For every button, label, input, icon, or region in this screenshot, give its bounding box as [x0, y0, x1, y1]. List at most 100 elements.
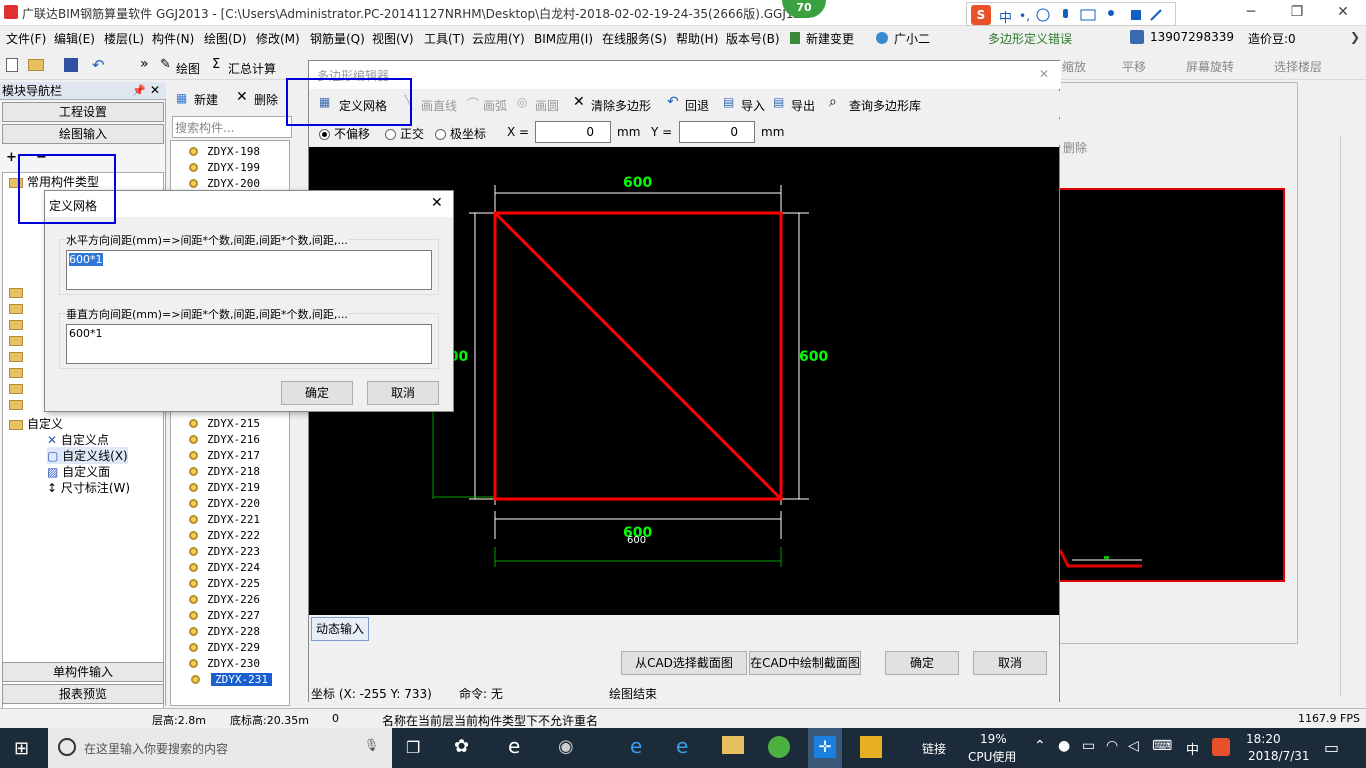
tree-folder-2[interactable] — [9, 301, 27, 315]
menu-guangxiaoer[interactable]: 广小二 — [894, 30, 930, 47]
task-view-icon[interactable]: ❐ — [406, 738, 420, 757]
fan-app-icon[interactable]: ✿ — [454, 736, 469, 757]
clock-time[interactable]: 18:20 — [1246, 732, 1281, 746]
dialog-ok-button[interactable]: 确定 — [281, 381, 353, 405]
drawing-input-button[interactable]: 绘图输入 — [2, 124, 164, 144]
component-search-input[interactable]: 搜索构件... — [172, 116, 292, 138]
list-item[interactable]: ZDYX-225 — [189, 577, 260, 590]
menu-help[interactable]: 帮助(H) — [676, 30, 718, 47]
keyboard-icon[interactable]: ⌨ — [1152, 738, 1172, 754]
list-item[interactable]: ZDYX-228 — [189, 625, 260, 638]
minimize-icon[interactable]: ─ — [1228, 0, 1274, 26]
tree-item-dimension[interactable]: ↕ 尺寸标注(W) — [47, 479, 130, 496]
right-scrollbar[interactable] — [1340, 136, 1356, 696]
list-item[interactable]: ZDYX-230 — [189, 657, 260, 670]
sogou-icon[interactable]: S — [971, 5, 991, 25]
close-panel-icon[interactable]: ✕ — [150, 83, 160, 97]
edge-icon[interactable]: e — [630, 734, 642, 758]
windows-start-icon[interactable]: ⊞ — [14, 738, 29, 759]
zoom-button[interactable]: 缩放 — [1062, 58, 1086, 75]
action-center-icon[interactable]: ▭ — [1324, 738, 1339, 757]
project-settings-button[interactable]: 工程设置 — [2, 102, 164, 122]
chevron-up-icon[interactable]: ⌃ — [1034, 738, 1046, 754]
tree-folder-1[interactable] — [9, 285, 27, 299]
list-item[interactable]: ZDYX-223 — [189, 545, 260, 558]
undo-icon[interactable]: ↶ — [92, 56, 105, 74]
list-item[interactable]: ZDYX-221 — [189, 513, 260, 526]
mic-icon[interactable]: 🎙 — [364, 738, 379, 752]
tree-folder-5[interactable] — [9, 349, 27, 363]
vertical-spacing-input[interactable]: 600*1 — [66, 324, 432, 364]
taskbar-search[interactable]: 在这里输入你要搜索的内容 🎙 — [48, 728, 392, 768]
list-item[interactable]: ZDYX-224 — [189, 561, 260, 574]
list-item-selected[interactable]: ZDYX-231 — [191, 673, 272, 686]
restore-icon[interactable]: ❐ — [1274, 0, 1320, 26]
pan-button[interactable]: 平移 — [1122, 58, 1146, 75]
menu-rebar[interactable]: 钢筋量(Q) — [310, 30, 365, 47]
right-canvas[interactable] — [1058, 188, 1285, 582]
open-folder-icon[interactable] — [28, 59, 44, 71]
notes-app-icon[interactable] — [860, 736, 882, 758]
no-offset-radio[interactable]: 不偏移 — [319, 125, 370, 142]
menu-cloud[interactable]: 云应用(Y) — [472, 30, 525, 47]
save-icon[interactable] — [64, 58, 78, 72]
chevron-icon[interactable]: ❯ — [1350, 30, 1360, 44]
green-app-icon[interactable] — [768, 736, 790, 758]
draw-circle-button[interactable]: 画圆 — [535, 97, 559, 114]
list-item[interactable]: ZDYX-215 — [189, 417, 260, 430]
tree-item-custom-point[interactable]: ✕ 自定义点 — [47, 431, 109, 448]
menu-bim[interactable]: BIM应用(I) — [534, 30, 593, 47]
ie-icon[interactable]: e — [508, 734, 520, 758]
list-item[interactable]: ZDYX-216 — [189, 433, 260, 446]
user-phone[interactable]: 13907298339 — [1150, 30, 1234, 44]
right-delete-label[interactable]: 删除 — [1063, 139, 1087, 156]
draw-in-cad-button[interactable]: 在CAD中绘制截面图 — [749, 651, 861, 675]
tree-item-custom-line[interactable]: ▢ 自定义线(X) — [47, 447, 128, 464]
menu-floor[interactable]: 楼层(L) — [104, 30, 144, 47]
draw-line-button[interactable]: 画直线 — [421, 97, 457, 114]
menu-modify[interactable]: 修改(M) — [256, 30, 300, 47]
menu-online[interactable]: 在线服务(S) — [602, 30, 667, 47]
price-bean[interactable]: 造价豆:0 — [1248, 30, 1296, 47]
new-component-button[interactable]: 新建 — [194, 91, 218, 108]
new-file-icon[interactable] — [6, 58, 18, 72]
x-input[interactable]: 0 — [535, 121, 611, 143]
list-item[interactable]: ZDYX-226 — [189, 593, 260, 606]
editor-ok-button[interactable]: 确定 — [885, 651, 959, 675]
taskbar-lang[interactable]: 中 — [1186, 739, 1199, 758]
list-item[interactable]: ZDYX-198 — [189, 145, 260, 158]
ie-blue-icon[interactable]: e — [676, 734, 688, 758]
sum-calc-button[interactable]: 汇总计算 — [228, 60, 276, 77]
dialog-cancel-button[interactable]: 取消 — [367, 381, 439, 405]
list-item[interactable]: ZDYX-227 — [189, 609, 260, 622]
y-input[interactable]: 0 — [679, 121, 755, 143]
menu-new-change[interactable]: 新建变更 — [806, 30, 854, 47]
ime-toolbar[interactable]: S 中 •, — [966, 2, 1176, 26]
expand-all-icon[interactable]: + — [6, 150, 17, 165]
menu-file[interactable]: 文件(F) — [6, 30, 46, 47]
list-item[interactable]: ZDYX-220 — [189, 497, 260, 510]
tree-folder-4[interactable] — [9, 333, 27, 347]
draw-arc-button[interactable]: 画弧 — [483, 97, 507, 114]
list-item[interactable]: ZDYX-219 — [189, 481, 260, 494]
menu-view[interactable]: 视图(V) — [372, 30, 414, 47]
list-item[interactable]: ZDYX-200 — [189, 177, 260, 190]
clock-date[interactable]: 2018/7/31 — [1248, 749, 1310, 763]
menu-draw[interactable]: 绘图(D) — [204, 30, 247, 47]
horizontal-spacing-input[interactable]: 600*1 — [66, 250, 432, 290]
menu-edit[interactable]: 编辑(E) — [54, 30, 95, 47]
wifi-icon[interactable]: ◠ — [1106, 738, 1118, 754]
import-button[interactable]: 导入 — [741, 97, 765, 114]
select-from-cad-button[interactable]: 从CAD选择截面图 — [621, 651, 747, 675]
undo-button[interactable]: 回退 — [685, 97, 709, 114]
list-item[interactable]: ZDYX-218 — [189, 465, 260, 478]
menu-tools[interactable]: 工具(T) — [424, 30, 465, 47]
orthogonal-radio[interactable]: 正交 — [385, 125, 424, 142]
tree-folder-3[interactable] — [9, 317, 27, 331]
ime-tool-icons[interactable]: •, — [1019, 8, 1169, 22]
select-floor-button[interactable]: 选择楼层 — [1274, 58, 1322, 75]
tree-folder-7[interactable] — [9, 381, 27, 395]
sogou-tray-icon[interactable] — [1212, 738, 1230, 756]
clear-polygon-button[interactable]: 清除多边形 — [591, 97, 651, 114]
menu-version[interactable]: 版本号(B) — [726, 30, 780, 47]
